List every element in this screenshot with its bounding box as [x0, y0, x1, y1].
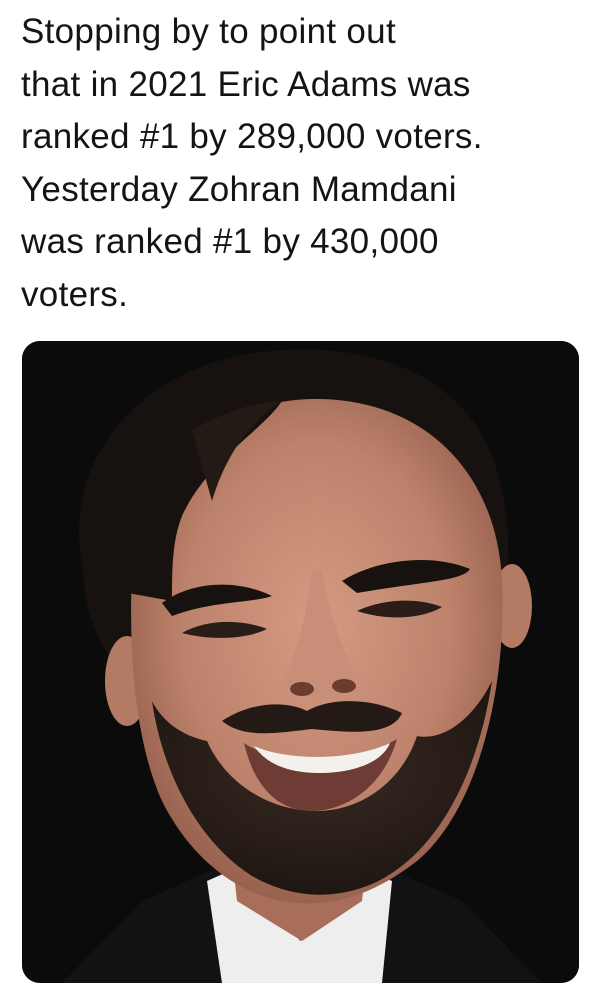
post-photo[interactable] [22, 341, 579, 983]
post-text: Stopping by to point out that in 2021 Er… [21, 12, 483, 314]
post: Stopping by to point out that in 2021 Er… [0, 0, 602, 1000]
portrait-illustration [22, 341, 579, 983]
